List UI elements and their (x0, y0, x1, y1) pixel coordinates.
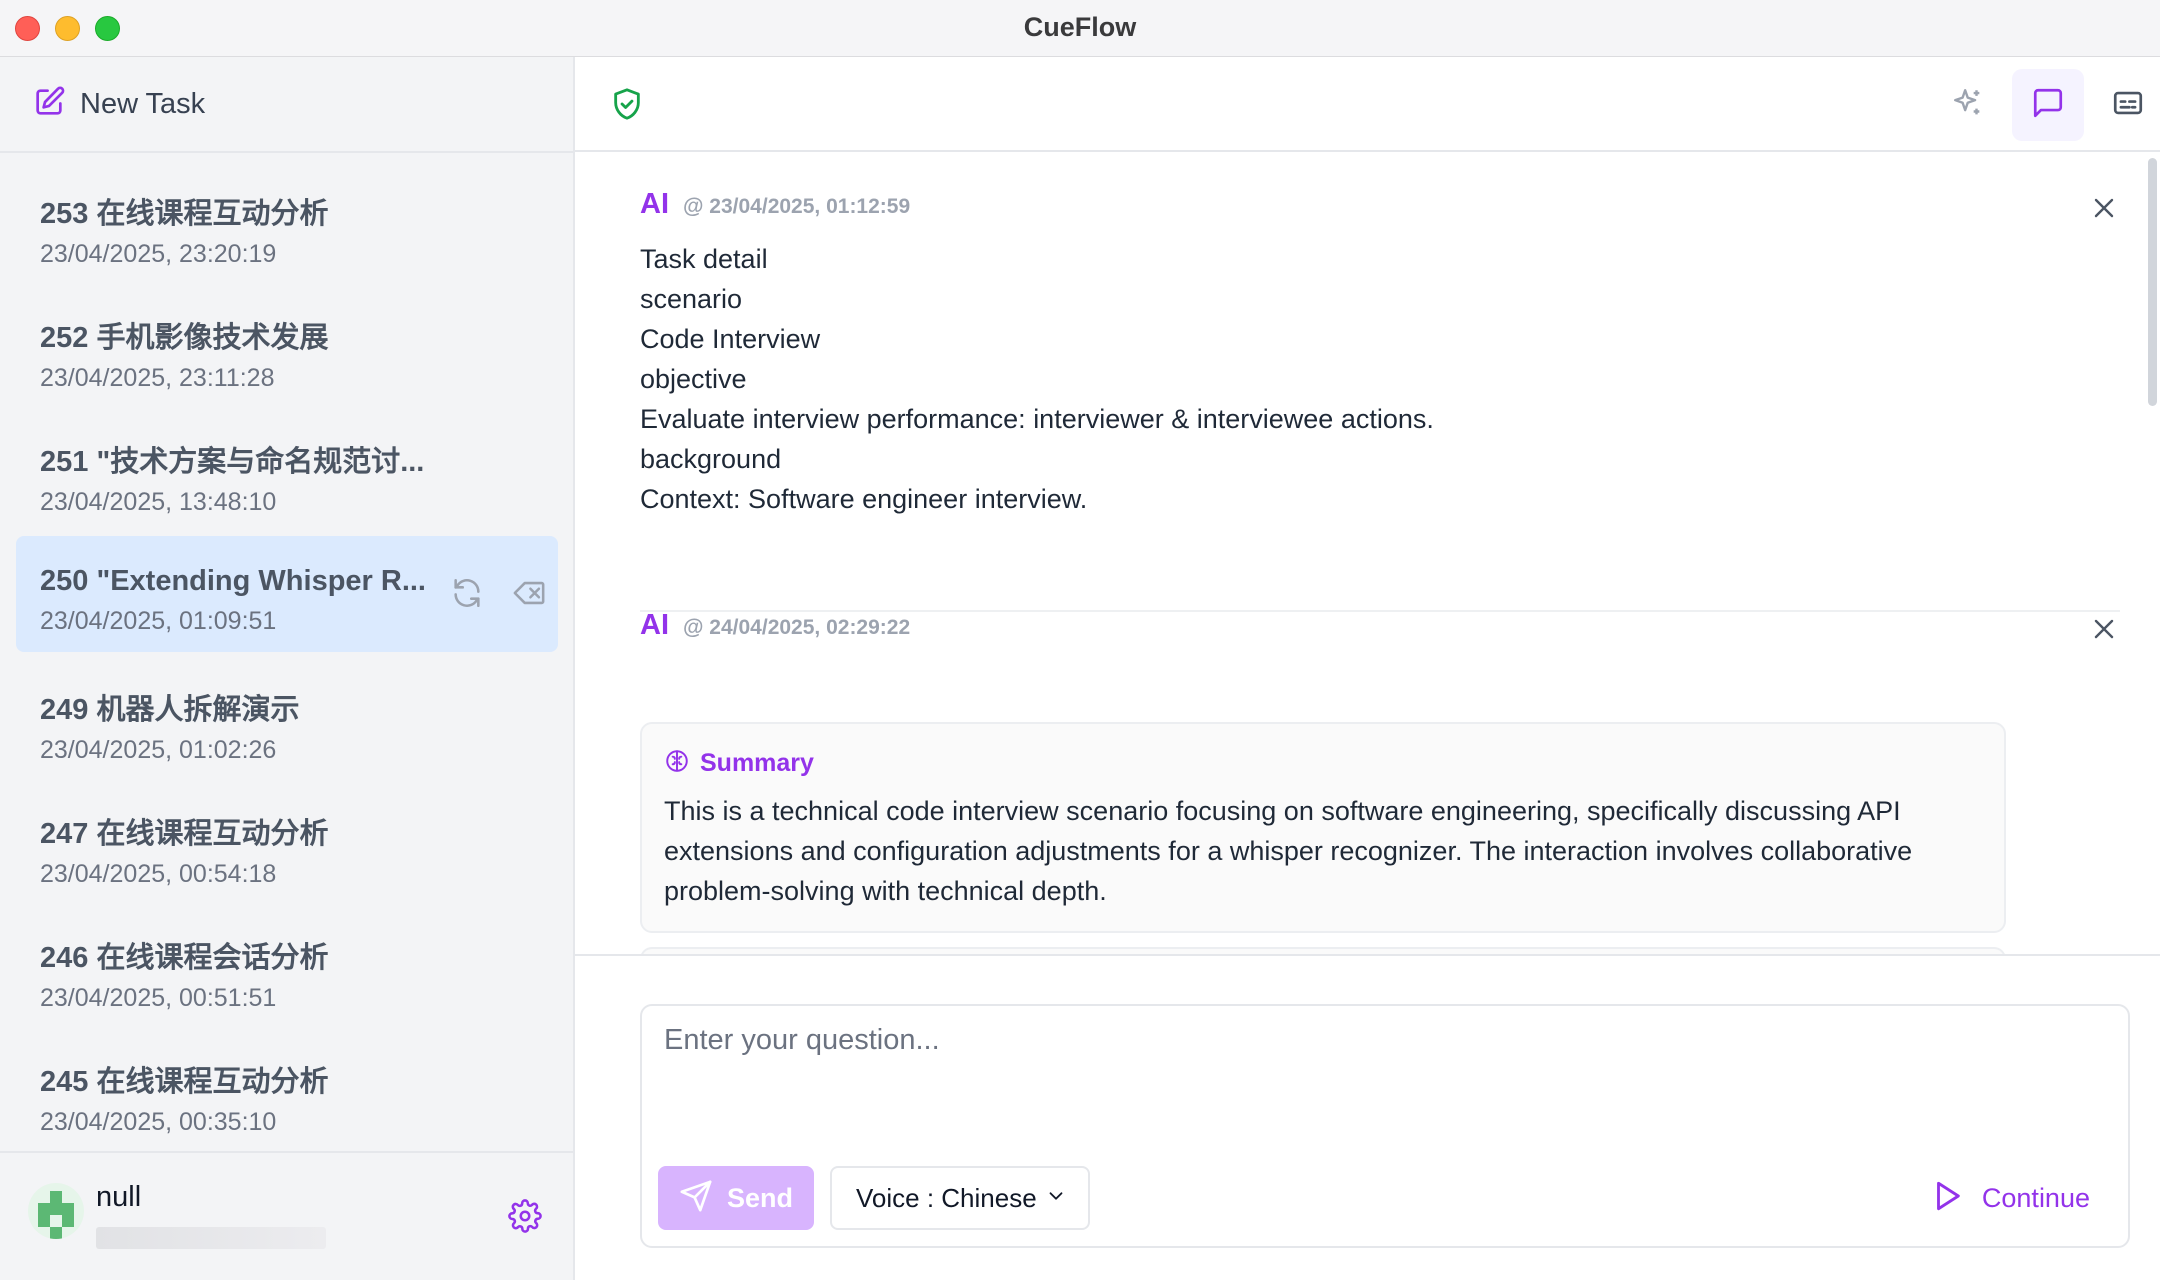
continue-button[interactable]: Continue (1930, 1166, 2090, 1230)
message-line: scenario (640, 284, 743, 314)
task-item[interactable]: 246 在线课程会话分析 23/04/2025, 00:51:51 (16, 913, 558, 1029)
message-timestamp: @ 23/04/2025, 01:12:59 (683, 195, 911, 218)
send-icon (679, 1179, 713, 1218)
message-author: AI (640, 609, 669, 641)
close-icon[interactable] (2088, 613, 2120, 645)
continue-label: Continue (1981, 1182, 2090, 1213)
summary-label: Summary (700, 749, 814, 777)
sparkles-icon (1951, 86, 1985, 125)
task-item[interactable]: 253 在线课程互动分析 23/04/2025, 23:20:19 (16, 169, 558, 285)
close-icon[interactable] (2088, 192, 2120, 224)
sidebar: New Task 253 在线课程互动分析 23/04/2025, 23:20:… (0, 57, 575, 1280)
avatar[interactable] (28, 1183, 84, 1239)
message-timestamp: @ 24/04/2025, 02:29:22 (683, 616, 911, 639)
play-icon (1930, 1179, 1964, 1218)
task-item[interactable]: 247 在线课程互动分析 23/04/2025, 00:54:18 (16, 789, 558, 905)
task-title: 249 机器人拆解演示 (40, 694, 300, 726)
message-item: AI @ 23/04/2025, 01:12:59 Task detail sc… (640, 188, 2120, 519)
subtitles-view-button[interactable] (2092, 69, 2160, 141)
sparkles-button[interactable] (1932, 69, 2004, 141)
voice-label: Voice : Chinese (856, 1182, 1037, 1213)
user-panel: null (0, 1151, 573, 1280)
task-item[interactable]: 249 机器人拆解演示 23/04/2025, 01:02:26 (16, 665, 558, 781)
task-date: 23/04/2025, 13:48:10 (40, 488, 277, 516)
task-item-active[interactable]: 250 "Extending Whisper R... 23/04/2025, … (16, 536, 558, 652)
task-item[interactable]: 251 "技术方案与命名规范讨... 23/04/2025, 13:48:10 (16, 417, 558, 533)
task-title: 253 在线课程互动分析 (40, 198, 329, 230)
task-item[interactable]: 245 在线课程互动分析 23/04/2025, 00:35:10 (16, 1037, 558, 1153)
message-line: objective (640, 364, 747, 394)
task-date: 23/04/2025, 00:35:10 (40, 1108, 277, 1136)
task-date: 23/04/2025, 00:51:51 (40, 984, 277, 1012)
summary-card: Summary This is a technical code intervi… (640, 722, 2006, 933)
composer-box: Send Voice : Chinese Continue (640, 1004, 2130, 1248)
next-card-partial (640, 947, 2006, 954)
new-task-button[interactable]: New Task (0, 57, 573, 153)
brain-icon (664, 748, 690, 779)
message-item: AI @ 24/04/2025, 02:29:22 (640, 609, 2120, 642)
user-subtitle-redacted (96, 1227, 326, 1249)
window-title: CueFlow (1023, 12, 1137, 42)
task-title: 245 在线课程互动分析 (40, 1066, 329, 1098)
title-bar: CueFlow (0, 0, 2160, 57)
task-date: 23/04/2025, 01:02:26 (40, 736, 277, 764)
delete-icon[interactable] (512, 576, 546, 615)
subtitles-icon (2111, 86, 2145, 125)
task-date: 23/04/2025, 23:11:28 (40, 364, 275, 392)
task-title: 247 在线课程互动分析 (40, 818, 329, 850)
task-list: 253 在线课程互动分析 23/04/2025, 23:20:19 252 手机… (0, 153, 573, 1153)
task-title: 250 "Extending Whisper R... (40, 565, 426, 597)
settings-gear-icon[interactable] (508, 1199, 542, 1233)
message-square-icon (2031, 86, 2065, 125)
top-toolbar (575, 57, 2160, 152)
refresh-icon[interactable] (450, 576, 484, 615)
edit-icon (32, 85, 66, 124)
task-title: 246 在线课程会话分析 (40, 942, 329, 974)
summary-text: This is a technical code interview scena… (664, 796, 1913, 906)
message-author: AI (640, 188, 669, 220)
main-panel: AI @ 23/04/2025, 01:12:59 Task detail sc… (575, 57, 2160, 1280)
shield-check-icon[interactable] (610, 87, 644, 121)
question-input[interactable] (664, 1024, 2104, 1134)
message-line: background (640, 444, 782, 474)
send-button[interactable]: Send (658, 1166, 814, 1230)
chat-view-button[interactable] (2012, 69, 2084, 141)
message-list[interactable]: AI @ 23/04/2025, 01:12:59 Task detail sc… (575, 152, 2160, 954)
task-date: 23/04/2025, 00:54:18 (40, 860, 277, 888)
message-line: Context: Software engineer interview. (640, 484, 1088, 514)
user-name: null (96, 1181, 142, 1213)
chevron-down-icon (1037, 1185, 1067, 1212)
task-title: 252 手机影像技术发展 (40, 322, 329, 354)
voice-language-select[interactable]: Voice : Chinese (830, 1166, 1090, 1230)
task-item[interactable]: 252 手机影像技术发展 23/04/2025, 23:11:28 (16, 293, 558, 409)
composer-area: Send Voice : Chinese Continue (575, 954, 2160, 1280)
task-date: 23/04/2025, 23:20:19 (40, 240, 277, 268)
message-line: Code Interview (640, 324, 821, 354)
task-title: 251 "技术方案与命名规范讨... (40, 446, 425, 478)
message-line: Evaluate interview performance: intervie… (640, 404, 1434, 434)
scrollbar-thumb[interactable] (2148, 158, 2157, 406)
send-label: Send (726, 1182, 793, 1213)
new-task-label: New Task (80, 87, 206, 120)
message-line: Task detail (640, 244, 768, 274)
